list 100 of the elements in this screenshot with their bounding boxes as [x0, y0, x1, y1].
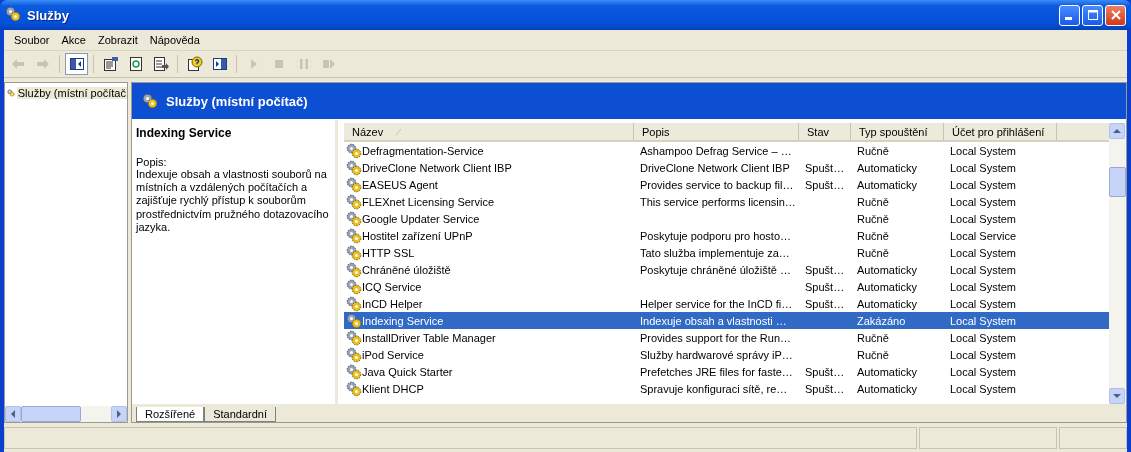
table-cell: Spušt…: [805, 263, 845, 276]
table-cell: Local System: [950, 280, 1017, 293]
table-cell: FLEXnet Licensing Service: [362, 195, 495, 208]
table-cell: Spušt…: [805, 280, 845, 293]
table-cell: Local System: [950, 297, 1017, 310]
horizontal-scrollbar[interactable]: [5, 406, 127, 422]
table-cell: Spušt…: [805, 365, 845, 378]
menu-item[interactable]: Nápověda: [143, 34, 206, 46]
table-cell: Local System: [950, 178, 1017, 191]
table-cell: Automaticky: [857, 161, 917, 174]
table-cell: Local System: [950, 212, 1017, 225]
scroll-right-icon[interactable]: [111, 406, 127, 422]
table-cell: Ručně: [857, 331, 889, 344]
table-cell: Spušt…: [805, 382, 845, 395]
table-row[interactable]: InCD Helper Helper service for the InCD fi… Spušt… Automaticky Local System: [344, 295, 1109, 312]
gears-icon: [5, 6, 21, 22]
table-cell: Spušt…: [805, 297, 845, 310]
table-cell: Local System: [950, 365, 1017, 378]
table-cell: Chráněné úložiště: [362, 263, 451, 276]
gears-icon: [346, 244, 362, 261]
column-header[interactable]: Účet pro přihlášení: [944, 123, 1057, 140]
table-row[interactable]: Hostitel zařízení UPnP Poskytuje podporu pro hosto… Ručně Local Service: [344, 227, 1109, 244]
table-cell: Indexuje obsah a vlastnosti …: [640, 314, 787, 327]
table-row[interactable]: Google Updater Service Ručně Local System: [344, 210, 1109, 227]
close-button[interactable]: [1105, 4, 1126, 26]
table-row[interactable]: InstallDriver Table Manager Provides support for the Run… Ručně Local System: [344, 329, 1109, 346]
table-cell: Prefetches JRE files for faste…: [640, 365, 793, 378]
gears-icon: [346, 176, 362, 193]
table-cell: Ručně: [857, 246, 889, 259]
gears-icon: [346, 159, 362, 176]
table-cell: DriveClone Network Client IBP: [362, 161, 512, 174]
gears-icon: [346, 295, 362, 312]
column-header[interactable]: Typ spouštění: [851, 123, 944, 140]
gears-icon: [346, 142, 362, 159]
table-cell: Local System: [950, 195, 1017, 208]
table-cell: Local System: [950, 314, 1017, 327]
table-row[interactable]: Indexing Service Indexuje obsah a vlastnosti … Zakázáno Local System: [344, 312, 1109, 329]
table-cell: Automaticky: [857, 280, 917, 293]
table-cell: Služby hardwarové správy iP…: [640, 348, 793, 361]
table-cell: ICQ Service: [362, 280, 422, 293]
column-header[interactable]: Název: [344, 123, 634, 140]
gears-icon: [346, 329, 362, 346]
table-cell: Automaticky: [857, 382, 917, 395]
scroll-down-icon[interactable]: [1109, 388, 1125, 404]
table-row[interactable]: HTTP SSL Tato služba implementuje za… Ručně Local System: [344, 244, 1109, 261]
menu-item[interactable]: Soubor: [8, 34, 56, 46]
table-cell: Ručně: [857, 229, 889, 242]
table-cell: Local System: [950, 348, 1017, 361]
table-cell: Provides support for the Run…: [640, 331, 792, 344]
scroll-thumb[interactable]: [21, 406, 81, 422]
table-cell: Local System: [950, 161, 1017, 174]
scroll-up-icon[interactable]: [1109, 123, 1125, 139]
table-row[interactable]: ICQ Service Spušt… Automaticky Local System: [344, 278, 1109, 295]
column-header[interactable]: Popis: [634, 123, 799, 140]
pane-toggle-icon[interactable]: [65, 53, 88, 75]
table-cell: Ručně: [857, 348, 889, 361]
menu-item[interactable]: Zobrazit: [91, 34, 144, 46]
table-row[interactable]: EASEUS Agent Provides service to backup fil… Spušt… Automaticky Local System: [344, 176, 1109, 193]
table-cell: Ashampoo Defrag Service – …: [640, 144, 792, 157]
scroll-left-icon[interactable]: [5, 406, 21, 422]
table-row[interactable]: Chráněné úložiště Poskytuje chráněné úložiště … Spušt… Automaticky Local System: [344, 261, 1109, 278]
scroll-thumb[interactable]: [1109, 167, 1126, 197]
table-cell: Local Service: [950, 229, 1017, 242]
table-cell: EASEUS Agent: [362, 178, 438, 191]
tab[interactable]: Rozšířené: [136, 407, 205, 422]
table-cell: Local System: [950, 331, 1017, 344]
service-name: Indexing Service: [136, 126, 233, 140]
gears-icon: [346, 346, 362, 363]
table-cell: Defragmentation-Service: [362, 144, 484, 157]
description-text: Indexuje obsah a vlastnosti souborů na místních a vzdálených počítačích a zajišťuje rychlý přístup k souborům prostřednictvím pružného dotazovacího jazyka.: [136, 168, 330, 234]
tree-item[interactable]: Služby (místní počítač: [16, 87, 127, 99]
table-row[interactable]: iPod Service Služby hardwarové správy iP… Ručně Local System: [344, 346, 1109, 363]
table-cell: Spravuje konfiguraci sítě, re…: [640, 382, 788, 395]
table-cell: Provides service to backup fil…: [640, 178, 794, 191]
table-cell: Java Quick Starter: [362, 365, 453, 378]
table-cell: Automaticky: [857, 263, 917, 276]
column-header[interactable]: Stav: [799, 123, 851, 140]
maximize-button[interactable]: [1082, 4, 1103, 26]
table-row[interactable]: DriveClone Network Client IBP DriveClone Network Client IBP Spušt… Automaticky Local System: [344, 159, 1109, 176]
table-cell: iPod Service: [362, 348, 424, 361]
table-cell: Tato služba implementuje za…: [640, 246, 790, 259]
table-cell: Spušt…: [805, 178, 845, 191]
table-cell: Ručně: [857, 195, 889, 208]
table-cell: Poskytuje chráněné úložiště …: [640, 263, 792, 276]
close-icon: [1110, 10, 1121, 20]
menu-item[interactable]: Akce: [55, 34, 92, 46]
table-cell: Automaticky: [857, 297, 917, 310]
minimize-icon: [1064, 17, 1072, 20]
tab[interactable]: Standardní: [204, 407, 276, 422]
table-cell: Local System: [950, 382, 1017, 395]
gears-icon: [346, 363, 362, 380]
table-cell: Hostitel zařízení UPnP: [362, 229, 473, 242]
table-row[interactable]: FLEXnet Licensing Service This service performs licensin… Ručně Local System: [344, 193, 1109, 210]
vertical-scrollbar[interactable]: [1109, 123, 1126, 404]
gears-icon: [346, 193, 362, 210]
table-row[interactable]: Defragmentation-Service Ashampoo Defrag Service – … Ručně Local System: [344, 142, 1109, 159]
minimize-button[interactable]: [1059, 4, 1080, 26]
table-row[interactable]: Klient DHCP Spravuje konfiguraci sítě, re… Spušt… Automaticky Local System: [344, 380, 1109, 397]
table-cell: Helper service for the InCD fi…: [640, 297, 793, 310]
table-row[interactable]: Java Quick Starter Prefetches JRE files for faste… Spušt… Automaticky Local System: [344, 363, 1109, 380]
